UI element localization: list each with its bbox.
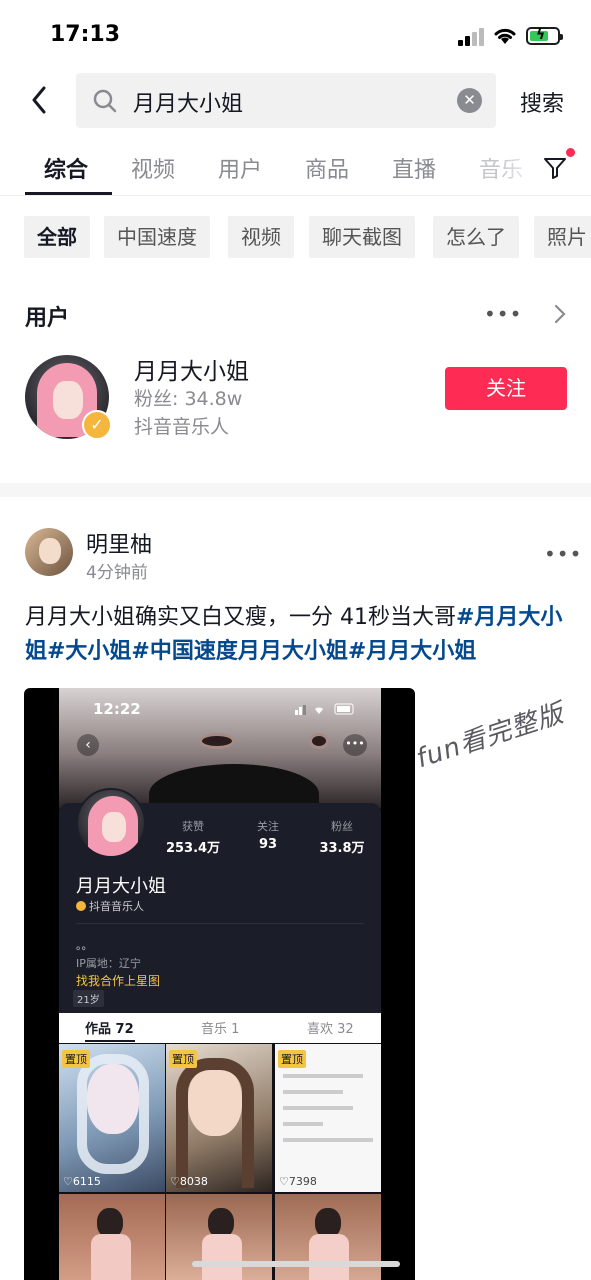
chip-photo[interactable]: 照片 <box>534 216 591 258</box>
notification-dot <box>566 148 575 157</box>
user-fans: 粉丝: 34.8w <box>134 388 243 410</box>
post-author-avatar[interactable] <box>25 528 73 576</box>
thumb-likes: ♡7398 <box>279 1175 317 1188</box>
profile-tab-likes: 喜欢 32 <box>307 1022 354 1037</box>
profile-name: 月月大小姐 <box>76 876 166 897</box>
stat-following-label: 关注 <box>257 820 279 833</box>
stat-likes-value: 253.4万 <box>165 841 221 856</box>
post-author[interactable]: 明里柚 <box>86 527 152 559</box>
video-thumb-1: 置顶 ♡6115 <box>59 1044 165 1192</box>
result-tabs: 综合 视频 用户 商品 直播 音乐 <box>0 140 591 196</box>
phone-time: 12:22 <box>93 700 141 718</box>
profile-tab-music: 音乐 1 <box>201 1022 240 1037</box>
stat-fans: 粉丝 33.8万 <box>310 818 374 856</box>
chevron-left-icon <box>32 86 46 114</box>
status-bar: 17:13 ϟ <box>0 0 591 70</box>
wifi-icon <box>494 28 516 44</box>
pin-badge: 置顶 <box>62 1050 90 1068</box>
tab-fade <box>500 140 540 195</box>
pin-badge: 置顶 <box>169 1050 197 1068</box>
users-section-title: 用户 <box>25 306 70 331</box>
thumb-likes: ♡8038 <box>170 1175 208 1188</box>
profile-avatar <box>76 788 146 858</box>
post-video[interactable]: 12:22 ‹ ••• 获赞 253.4万 关注 93 粉丝 33.8万 月月大… <box>24 688 415 1280</box>
chip-chat-screenshot[interactable]: 聊天截图 <box>309 216 415 258</box>
thumb-likes-count: 7398 <box>288 1175 317 1188</box>
stat-fans-value: 33.8万 <box>319 841 365 856</box>
battery-icon: ϟ <box>526 27 563 45</box>
active-tab-indicator <box>25 192 112 195</box>
stat-likes: 获赞 253.4万 <box>161 818 225 856</box>
stat-following-value: 93 <box>258 837 278 852</box>
video-thumb-4 <box>59 1194 165 1280</box>
profile-age: 21岁 <box>73 990 104 1007</box>
phone-more-icon: ••• <box>343 734 367 756</box>
stat-fans-label: 粉丝 <box>331 820 353 833</box>
tab-users[interactable]: 用户 <box>218 152 262 184</box>
heart-icon: ♡ <box>279 1175 289 1188</box>
music-badge-icon <box>76 901 86 911</box>
follow-button[interactable]: 关注 <box>445 367 567 410</box>
post-more-icon[interactable]: ••• <box>544 542 582 566</box>
search-query[interactable]: 月月大小姐 <box>133 86 243 118</box>
search-icon <box>93 89 117 113</box>
profile-divider <box>76 923 364 924</box>
watermark: fun看完整版 <box>412 698 568 775</box>
search-input[interactable]: 月月大小姐 ✕ <box>76 73 496 128</box>
stat-likes-label: 获赞 <box>182 820 204 833</box>
profile-link: 找我合作上星图 <box>76 974 161 988</box>
thumb-likes-count: 8038 <box>179 1175 208 1188</box>
tab-comprehensive[interactable]: 综合 <box>44 152 88 184</box>
video-thumb-6 <box>275 1194 381 1280</box>
search-button[interactable]: 搜索 <box>520 86 564 118</box>
chevron-right-icon[interactable] <box>553 304 567 324</box>
chip-video[interactable]: 视频 <box>228 216 294 258</box>
profile-tag-text: 抖音音乐人 <box>89 900 144 913</box>
post-caption-text: 月月大小姐确实又白又瘦，一分 41秒当大哥 <box>25 605 456 630</box>
profile-tag: 抖音音乐人 <box>76 898 144 914</box>
tab-products[interactable]: 商品 <box>305 152 349 184</box>
phone-status-icons <box>295 703 354 715</box>
cellular-signal-icon <box>458 28 486 46</box>
profile-ip: IP属地：辽宁 <box>76 957 141 970</box>
user-name[interactable]: 月月大小姐 <box>134 352 249 386</box>
status-time: 17:13 <box>50 22 121 47</box>
tab-live[interactable]: 直播 <box>392 152 436 184</box>
video-thumb-5 <box>166 1194 272 1280</box>
chip-china-speed[interactable]: 中国速度 <box>104 216 210 258</box>
chip-all[interactable]: 全部 <box>24 216 90 258</box>
pin-badge: 置顶 <box>278 1050 306 1068</box>
chip-what-happened[interactable]: 怎么了 <box>433 216 519 258</box>
back-button[interactable] <box>22 82 56 118</box>
post-caption[interactable]: 月月大小姐确实又白又瘦，一分 41秒当大哥#月月大小姐#大小姐#中国速度月月大小… <box>25 601 570 669</box>
stat-following: 关注 93 <box>236 818 300 852</box>
user-tag: 抖音音乐人 <box>134 416 230 438</box>
more-icon[interactable]: ••• <box>484 302 522 326</box>
profile-tab-indicator <box>85 1040 135 1042</box>
video-thumb-2: 置顶 ♡8038 <box>166 1044 272 1192</box>
verified-badge-icon: ✓ <box>82 410 112 440</box>
profile-tab-works: 作品 72 <box>85 1022 134 1037</box>
heart-icon: ♡ <box>170 1175 180 1188</box>
home-indicator <box>192 1261 400 1267</box>
thumb-likes: ♡6115 <box>63 1175 101 1188</box>
clear-icon[interactable]: ✕ <box>457 88 482 113</box>
section-divider <box>0 483 591 497</box>
thumb-likes-count: 6115 <box>72 1175 101 1188</box>
post-time: 4分钟前 <box>86 563 148 583</box>
profile-bio: 。。 <box>76 939 93 952</box>
phone-back-icon: ‹ <box>77 734 99 756</box>
heart-icon: ♡ <box>63 1175 73 1188</box>
video-thumb-3: 置顶 ♡7398 <box>275 1044 381 1192</box>
filter-icon[interactable] <box>542 155 568 181</box>
tab-videos[interactable]: 视频 <box>131 152 175 184</box>
video-screen-recording: 12:22 ‹ ••• 获赞 253.4万 关注 93 粉丝 33.8万 月月大… <box>59 688 381 1280</box>
profile-tabs: 作品 72 音乐 1 喜欢 32 <box>59 1013 381 1043</box>
